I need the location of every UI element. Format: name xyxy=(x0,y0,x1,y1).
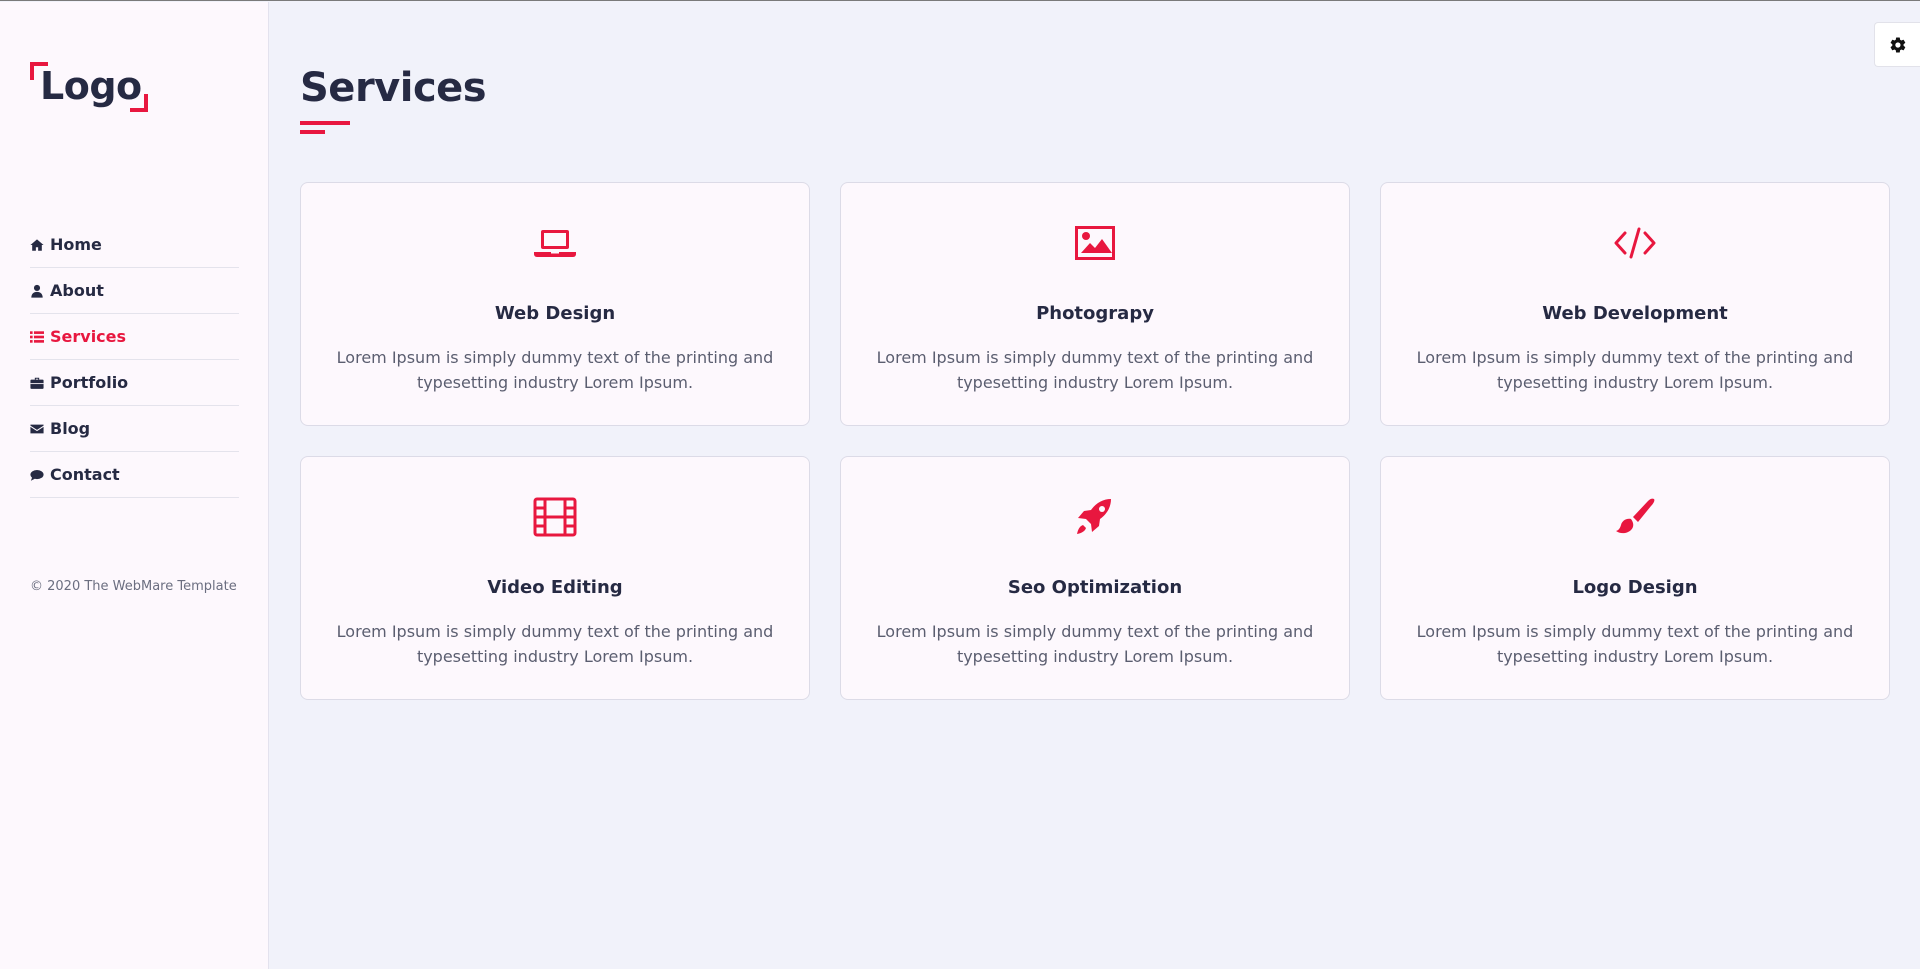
logo-corner-bottom-right xyxy=(130,94,148,112)
nav-item-portfolio[interactable]: Portfolio xyxy=(30,360,239,406)
nav-item-label: Home xyxy=(50,235,102,254)
nav-item-home[interactable]: Home xyxy=(30,222,239,268)
home-icon xyxy=(30,238,46,252)
service-card-video-editing[interactable]: Video Editing Lorem Ipsum is simply dumm… xyxy=(300,456,810,700)
logo-text: Logo xyxy=(40,64,142,108)
service-card-web-development[interactable]: Web Development Lorem Ipsum is simply du… xyxy=(1380,182,1890,426)
nav-item-contact[interactable]: Contact xyxy=(30,452,239,498)
rocket-icon xyxy=(841,497,1349,537)
nav-item-label: Services xyxy=(50,327,127,346)
nav-item-label: Contact xyxy=(50,465,120,484)
gear-icon xyxy=(1890,36,1905,53)
service-card-logo-design[interactable]: Logo Design Lorem Ipsum is simply dummy … xyxy=(1380,456,1890,700)
service-title: Seo Optimization xyxy=(1007,577,1183,598)
nav-item-blog[interactable]: Blog xyxy=(30,406,239,452)
service-title: Web Development xyxy=(1542,303,1728,324)
briefcase-icon xyxy=(30,376,46,390)
comments-icon xyxy=(30,468,46,482)
title-underline-short xyxy=(300,130,325,134)
service-description: Lorem Ipsum is simply dummy text of the … xyxy=(336,622,774,666)
service-title: Logo Design xyxy=(1572,577,1698,598)
main-nav: Home About Services Portfolio Blog Conta… xyxy=(30,222,239,498)
sidebar: Logo Home About Services Portfolio Blog … xyxy=(0,2,269,969)
service-title: Photograpy xyxy=(1036,303,1154,324)
nav-item-services[interactable]: Services xyxy=(30,314,239,360)
envelope-icon xyxy=(30,422,46,436)
service-card-web-design[interactable]: Web Design Lorem Ipsum is simply dummy t… xyxy=(300,182,810,426)
nav-item-label: About xyxy=(50,281,104,300)
logo[interactable]: Logo xyxy=(30,62,148,112)
film-icon xyxy=(301,497,809,537)
laptop-icon xyxy=(301,223,809,263)
service-description: Lorem Ipsum is simply dummy text of the … xyxy=(336,348,774,392)
service-description: Lorem Ipsum is simply dummy text of the … xyxy=(876,348,1314,392)
service-title: Web Design xyxy=(494,303,616,324)
list-icon xyxy=(30,330,46,344)
settings-button[interactable] xyxy=(1874,22,1920,67)
service-card-photography[interactable]: Photograpy Lorem Ipsum is simply dummy t… xyxy=(840,182,1350,426)
nav-item-label: Blog xyxy=(50,419,91,438)
nav-item-label: Portfolio xyxy=(50,373,129,392)
service-title: Video Editing xyxy=(487,577,623,598)
service-description: Lorem Ipsum is simply dummy text of the … xyxy=(1416,622,1854,666)
service-description: Lorem Ipsum is simply dummy text of the … xyxy=(876,622,1314,666)
service-description: Lorem Ipsum is simply dummy text of the … xyxy=(1416,348,1854,392)
paint-brush-icon xyxy=(1381,497,1889,537)
page-title: Services xyxy=(300,65,487,111)
image-icon xyxy=(841,223,1349,263)
title-underline xyxy=(300,121,350,125)
code-icon xyxy=(1381,223,1889,263)
copyright-text: © 2020 The WebMare Template xyxy=(30,579,237,594)
user-icon xyxy=(30,284,46,298)
nav-item-about[interactable]: About xyxy=(30,268,239,314)
service-card-seo-optimization[interactable]: Seo Optimization Lorem Ipsum is simply d… xyxy=(840,456,1350,700)
